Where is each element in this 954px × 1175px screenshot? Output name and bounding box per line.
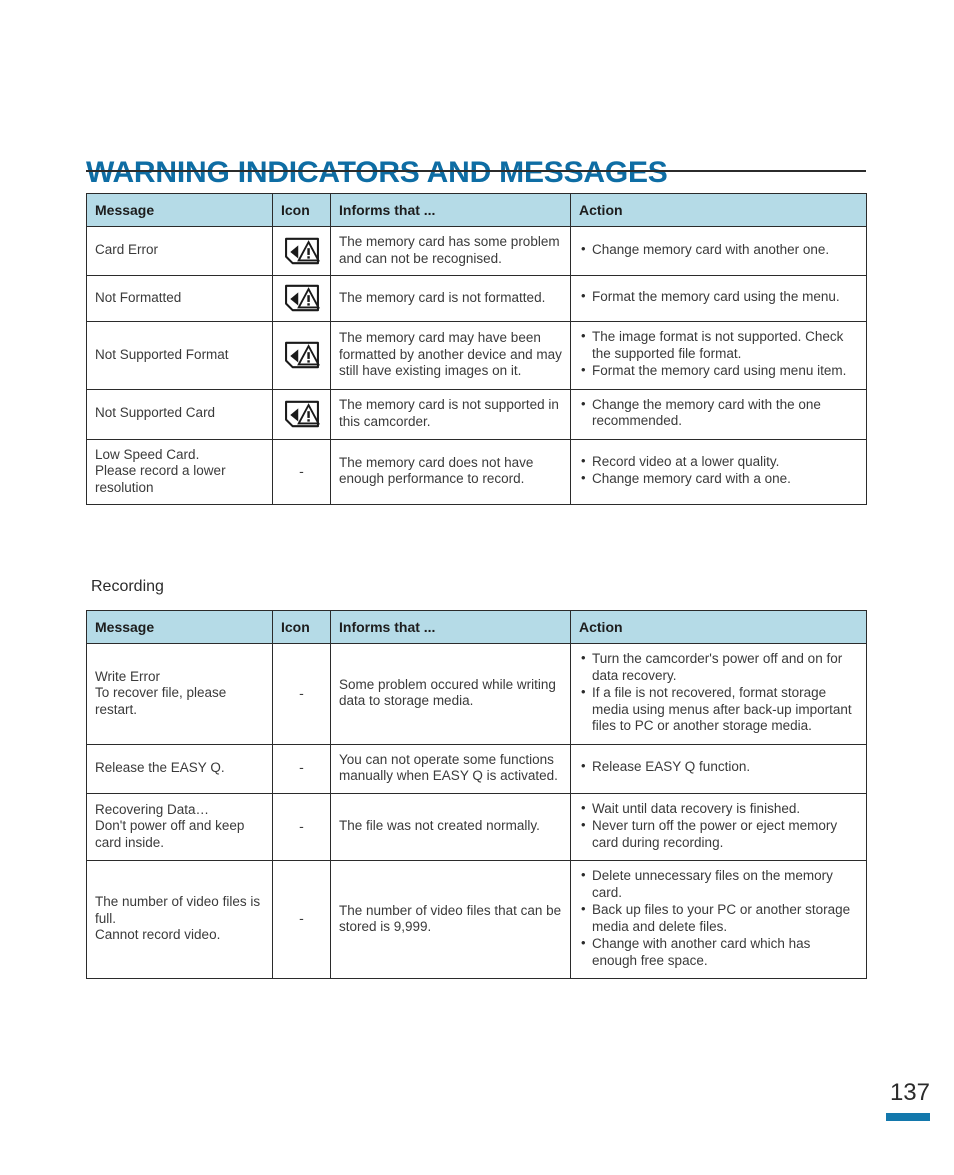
action-list: Release EASY Q function.	[579, 758, 858, 776]
cell-icon-none: -	[272, 792, 331, 861]
memory-card-warning-icon	[272, 275, 331, 322]
document-page: WARNING INDICATORS AND MESSAGES Message …	[0, 0, 954, 1175]
action-list: The image format is not supported. Check…	[579, 328, 858, 380]
cell-action: The image format is not supported. Check…	[570, 321, 867, 390]
cell-message: Not Supported Card	[86, 388, 273, 440]
cell-informs: The memory card has some problem and can…	[330, 226, 571, 276]
table-body: Card Error The memory card has some probl…	[86, 226, 867, 505]
cell-action: Format the memory card using the menu.	[570, 275, 867, 322]
no-icon-dash: -	[299, 684, 304, 701]
action-item: Turn the camcorder's power off and on fo…	[581, 650, 858, 684]
section-heading-recording: Recording	[91, 578, 164, 595]
action-item: Change the memory card with the one reco…	[581, 396, 858, 430]
column-header-icon: Icon	[272, 610, 331, 644]
warning-table-storage: Message Icon Informs that ... Action Car…	[86, 193, 867, 505]
column-header-informs: Informs that ...	[330, 610, 571, 644]
table-row: Release the EASY Q. - You can not operate …	[86, 743, 867, 794]
table-body: Write Error To recover file, please rest…	[86, 643, 867, 979]
page-footer-bar	[886, 1113, 930, 1121]
memory-card-warning-icon	[272, 226, 331, 276]
action-item: Release EASY Q function.	[581, 758, 858, 776]
no-icon-dash: -	[299, 817, 304, 834]
cell-action: Change memory card with another one.	[570, 226, 867, 276]
table-row: Not Supported Format The memory card may …	[86, 321, 867, 390]
warning-table-recording: Message Icon Informs that ... Action Wri…	[86, 610, 867, 979]
memory-card-warning-icon	[272, 388, 331, 440]
cell-icon-none: -	[272, 438, 331, 505]
cell-action: Change the memory card with the one reco…	[570, 388, 867, 440]
action-item: Never turn off the power or eject memory…	[581, 817, 858, 851]
action-list: Format the memory card using the menu.	[579, 288, 858, 306]
memory-card-warning-icon	[272, 321, 331, 390]
cell-message: Recovering Data… Don't power off and kee…	[86, 792, 273, 861]
action-item: Format the memory card using menu item.	[581, 362, 858, 380]
action-item: Wait until data recovery is finished.	[581, 800, 858, 818]
table-row: Recovering Data… Don't power off and kee…	[86, 792, 867, 861]
cell-informs: The file was not created normally.	[330, 792, 571, 861]
page-title: WARNING INDICATORS AND MESSAGES	[86, 156, 668, 190]
action-item: Change with another card which has enoug…	[581, 935, 858, 969]
action-item: Format the memory card using the menu.	[581, 288, 858, 306]
action-item: The image format is not supported. Check…	[581, 328, 858, 362]
column-header-icon: Icon	[272, 193, 331, 227]
table-header-row: Message Icon Informs that ... Action	[86, 610, 867, 644]
action-item: Change memory card with another one.	[581, 241, 858, 259]
cell-message: Card Error	[86, 226, 273, 276]
no-icon-dash: -	[299, 759, 304, 776]
cell-informs: The memory card is not formatted.	[330, 275, 571, 322]
cell-icon-none: -	[272, 860, 331, 979]
column-header-informs: Informs that ...	[330, 193, 571, 227]
cell-informs: The memory card is not supported in this…	[330, 388, 571, 440]
action-item: Delete unnecessary files on the memory c…	[581, 867, 858, 901]
action-item: Change memory card with a one.	[581, 470, 858, 488]
page-number: 137	[889, 1079, 930, 1106]
cell-message: Not Supported Format	[86, 321, 273, 390]
cell-action: Record video at a lower quality.Change m…	[570, 438, 867, 505]
cell-action: Turn the camcorder's power off and on fo…	[570, 643, 867, 745]
cell-message: Low Speed Card. Please record a lower re…	[86, 438, 273, 505]
action-item: If a file is not recovered, format stora…	[581, 684, 858, 735]
cell-action: Wait until data recovery is finished.Nev…	[570, 792, 867, 861]
cell-message: Write Error To recover file, please rest…	[86, 643, 273, 745]
table-row: Card Error The memory card has some probl…	[86, 226, 867, 276]
table-header-row: Message Icon Informs that ... Action	[86, 193, 867, 227]
action-list: Record video at a lower quality.Change m…	[579, 453, 858, 488]
table-row: Write Error To recover file, please rest…	[86, 643, 867, 745]
table-row: Low Speed Card. Please record a lower re…	[86, 438, 867, 505]
column-header-action: Action	[570, 193, 867, 227]
action-list: Wait until data recovery is finished.Nev…	[579, 800, 858, 852]
action-list: Delete unnecessary files on the memory c…	[579, 867, 858, 969]
no-icon-dash: -	[299, 910, 304, 927]
column-header-message: Message	[86, 610, 273, 644]
title-divider	[86, 170, 866, 172]
table-row: Not Formatted The memory card is not form…	[86, 275, 867, 322]
action-item: Back up files to your PC or another stor…	[581, 901, 858, 935]
column-header-message: Message	[86, 193, 273, 227]
action-list: Change the memory card with the one reco…	[579, 396, 858, 430]
cell-message: Not Formatted	[86, 275, 273, 322]
cell-informs: The memory card does not have enough per…	[330, 438, 571, 505]
table-row: Not Supported Card The memory card is not…	[86, 388, 867, 440]
cell-icon-none: -	[272, 743, 331, 794]
cell-action: Release EASY Q function.	[570, 743, 867, 794]
column-header-action: Action	[570, 610, 867, 644]
cell-icon-none: -	[272, 643, 331, 745]
cell-informs: Some problem occured while writing data …	[330, 643, 571, 745]
action-item: Record video at a lower quality.	[581, 453, 858, 471]
action-list: Turn the camcorder's power off and on fo…	[579, 650, 858, 735]
cell-informs: The memory card may have been formatted …	[330, 321, 571, 390]
cell-action: Delete unnecessary files on the memory c…	[570, 860, 867, 979]
cell-message: The number of video files is full. Canno…	[86, 860, 273, 979]
table-row: The number of video files is full. Canno…	[86, 860, 867, 979]
cell-informs: The number of video files that can be st…	[330, 860, 571, 979]
action-list: Change memory card with another one.	[579, 241, 858, 259]
cell-informs: You can not operate some functions manua…	[330, 743, 571, 794]
cell-message: Release the EASY Q.	[86, 743, 273, 794]
no-icon-dash: -	[299, 462, 304, 479]
